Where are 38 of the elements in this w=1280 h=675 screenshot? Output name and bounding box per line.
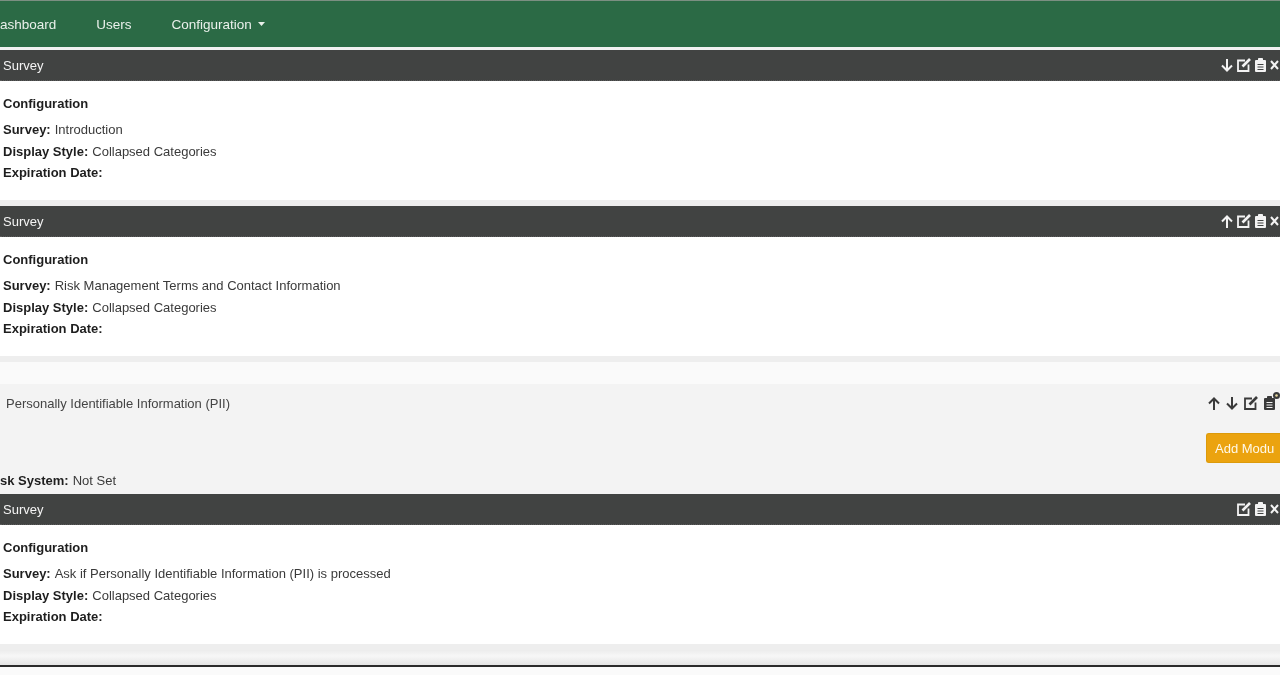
- close-icon[interactable]: [1270, 504, 1279, 514]
- clipboard-icon[interactable]: [1255, 214, 1266, 228]
- module-title: Personally Identifiable Information (PII): [5, 395, 231, 411]
- field-value: Collapsed Categories: [92, 586, 217, 605]
- field-label: Display Style:: [3, 586, 89, 605]
- field-label: Expiration Date:: [3, 164, 103, 182]
- panel-title: Survey: [3, 501, 45, 517]
- clipboard-icon[interactable]: [1255, 502, 1266, 516]
- section-heading: Configuration: [3, 251, 90, 269]
- panel-title: Survey: [3, 57, 45, 73]
- nav-link[interactable]: Configuration: [171, 16, 265, 32]
- badge-icon: [1273, 392, 1280, 399]
- arrow-up-icon[interactable]: [1208, 396, 1220, 410]
- close-icon[interactable]: [1270, 60, 1279, 70]
- field-label: Survey:: [3, 565, 51, 583]
- field-label: Display Style:: [3, 298, 89, 317]
- clipboard-icon[interactable]: [1255, 58, 1266, 72]
- edit-icon[interactable]: [1244, 396, 1258, 410]
- section-heading: Configuration: [3, 95, 90, 113]
- field-value: Risk Management Terms and Contact Information: [54, 277, 341, 295]
- field-label: Survey:: [3, 121, 51, 139]
- field-label: Expiration Date:: [3, 608, 103, 626]
- panel-title: Survey: [3, 213, 45, 229]
- field-label: sk System:: [0, 472, 69, 490]
- field-label: Expiration Date:: [3, 320, 103, 338]
- field-value: Collapsed Categories: [92, 142, 217, 161]
- section-heading: Configuration: [3, 539, 90, 557]
- field-value: Ask if Personally Identifiable Information (PII) is processed: [54, 565, 391, 583]
- field-value: Collapsed Categories: [92, 298, 217, 317]
- arrow-down-icon[interactable]: [1226, 396, 1238, 410]
- field-label: Survey:: [3, 277, 51, 295]
- close-icon[interactable]: [1270, 216, 1279, 226]
- field-label: Display Style:: [3, 142, 89, 161]
- nav-link[interactable]: ashboard: [0, 16, 57, 32]
- nav-link[interactable]: Users: [96, 16, 132, 32]
- field-value: Not Set: [72, 472, 116, 490]
- field-value: Introduction: [54, 121, 123, 139]
- clipboard-icon[interactable]: [1264, 396, 1275, 410]
